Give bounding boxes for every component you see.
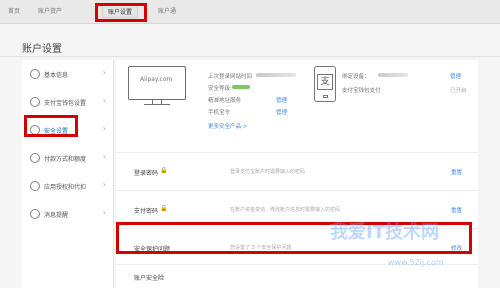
reset-login-password-link[interactable]: 重置 — [451, 168, 462, 176]
app-icon — [30, 181, 40, 191]
account-insurance-row: 账户安全险 — [116, 264, 478, 288]
wallet-pay-label: 支付宝钱包支付 — [342, 88, 381, 94]
watermark-url: www.52ij.com — [388, 258, 444, 267]
row-name: 登录密码 — [134, 170, 159, 177]
last-login-label: 上次登录网站时间 — [208, 74, 253, 80]
lock-icon: 🔒 — [160, 205, 168, 212]
highlight-box-security — [24, 115, 78, 137]
security-level-label: 安全等级: — [208, 86, 232, 92]
precise-address-manage-link[interactable]: 管理 — [276, 96, 287, 104]
chevron-right-icon: › — [102, 180, 106, 189]
top-nav: 首页 账户资产 账户设置 账户通 — [0, 0, 500, 24]
sidebar-item-label: 消息提醒 — [44, 212, 69, 219]
divider — [0, 56, 500, 57]
lock-icon: 🔒 — [160, 167, 168, 174]
sidebar-item-label: 付款方式和额度 — [44, 156, 87, 163]
bound-device-manage-link[interactable]: 管理 — [450, 72, 461, 80]
row-name: 支付密码 — [134, 208, 159, 215]
sidebar-item-message-alerts[interactable]: 消息提醒 › — [22, 202, 114, 228]
tab-account-link[interactable]: 账户通 — [158, 6, 176, 15]
sidebar-item-label: 应用授权和代扣 — [44, 184, 87, 191]
sidebar: 基本信息 › 支付宝钱包设置 › 安全设置 › 付款方式和额度 › 应用授权和代… — [22, 60, 114, 288]
chevron-right-icon: › — [102, 152, 106, 161]
sidebar-item-wallet-settings[interactable]: 支付宝钱包设置 › — [22, 90, 114, 116]
highlight-box-tab — [95, 3, 147, 22]
wallet-icon — [30, 97, 40, 107]
login-password-row: 登录密码 🔒 登录支付宝账户时需要输入的密码 重置 — [116, 152, 478, 188]
sidebar-item-label: 基本信息 — [44, 72, 69, 79]
row-description: 登录支付宝账户时需要输入的密码 — [230, 169, 306, 175]
sidebar-item-payment-methods[interactable]: 付款方式和额度 › — [22, 146, 114, 172]
page-title: 账户设置 — [22, 44, 62, 55]
security-level-bar — [232, 85, 250, 89]
alipay-glyph: 支 — [317, 74, 333, 90]
chevron-right-icon: › — [102, 68, 106, 77]
more-security-products-link[interactable]: 更多安全产品 > — [208, 122, 247, 130]
mobile-phone-icon: 支 — [314, 66, 336, 102]
computer-icon: Alipay.com — [128, 66, 186, 106]
precise-address-label: 精准地址服务 — [208, 98, 242, 104]
wallet-pay-status: 已开启 — [450, 88, 467, 94]
phone-token-label: 手机宝令 — [208, 110, 231, 116]
redacted-value — [378, 73, 408, 77]
sidebar-item-label: 支付宝钱包设置 — [44, 100, 87, 107]
redacted-value — [256, 73, 296, 77]
sidebar-item-app-authorization[interactable]: 应用授权和代扣 › — [22, 174, 114, 200]
chevron-right-icon: › — [102, 124, 106, 133]
account-settings-page: 首页 账户资产 账户设置 账户通 账户设置 基本信息 › 支付宝钱包设置 › 安… — [0, 0, 500, 288]
row-description: 在账户资金变动、修改账户信息时需要输入的密码 — [230, 207, 341, 213]
watermark: 我爱IT技术网 — [330, 222, 439, 243]
tab-home[interactable]: 首页 — [8, 6, 20, 15]
reset-payment-password-link[interactable]: 重置 — [451, 206, 462, 214]
phone-token-manage-link[interactable]: 管理 — [276, 108, 287, 116]
tab-account-assets[interactable]: 账户资产 — [38, 6, 62, 15]
device-brand: Alipay.com — [140, 76, 173, 83]
chevron-right-icon: › — [102, 96, 106, 105]
card-icon — [30, 153, 40, 163]
security-overview: Alipay.com 上次登录网站时间 安全等级: 精准地址服务 管理 手机宝令… — [116, 60, 478, 142]
sidebar-item-basic-info[interactable]: 基本信息 › — [22, 62, 114, 88]
chevron-right-icon: › — [102, 208, 106, 217]
bound-device-label: 绑定设备： — [342, 74, 370, 80]
message-icon — [30, 209, 40, 219]
user-icon — [30, 69, 40, 79]
row-name: 账户安全险 — [134, 275, 165, 282]
